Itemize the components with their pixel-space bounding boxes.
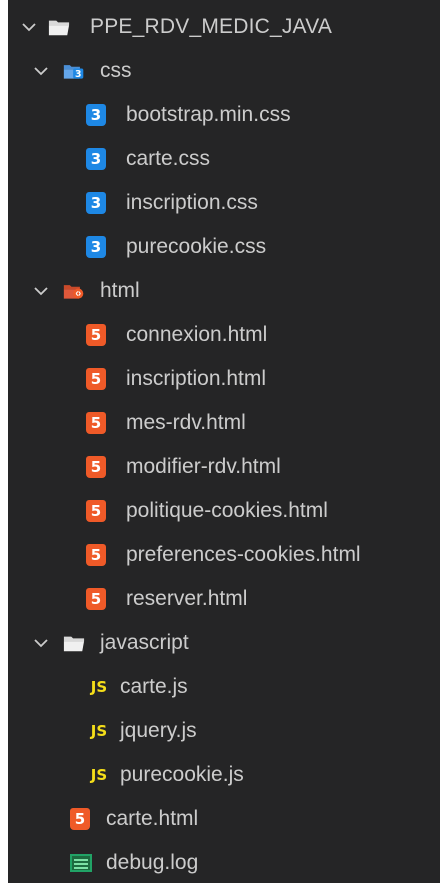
file-item[interactable]: 5 connexion.html	[8, 313, 440, 357]
folder-open-icon	[63, 632, 85, 654]
file-label: inscription.css	[126, 191, 258, 214]
css3-file-icon: 3	[86, 148, 106, 170]
chevron-down-icon[interactable]	[20, 18, 38, 36]
chevron-down-icon[interactable]	[32, 634, 50, 652]
file-item[interactable]: 5 mes-rdv.html	[8, 401, 440, 445]
css3-file-icon: 3	[86, 192, 106, 214]
folder-label: PPE_RDV_MEDIC_JAVA	[90, 15, 333, 38]
file-item[interactable]: JS jquery.js	[8, 709, 440, 753]
file-item[interactable]: JS carte.js	[8, 665, 440, 709]
file-label: reserver.html	[126, 587, 248, 610]
file-item[interactable]: 5 preferences-cookies.html	[8, 533, 440, 577]
css3-file-icon: 3	[86, 104, 106, 126]
html5-file-icon: 5	[86, 500, 106, 522]
file-explorer: PPE_RDV_MEDIC_JAVA 3 css 3 bootstrap.min…	[8, 0, 440, 883]
css3-file-icon: 3	[86, 236, 106, 258]
chevron-down-icon[interactable]	[32, 62, 50, 80]
file-label: carte.html	[106, 807, 199, 830]
chevron-down-icon[interactable]	[32, 282, 50, 300]
file-item[interactable]: 3 bootstrap.min.css	[8, 93, 440, 137]
file-label: purecookie.css	[126, 235, 267, 258]
file-item[interactable]: 5 politique-cookies.html	[8, 489, 440, 533]
html5-file-icon: 5	[86, 368, 106, 390]
log-file-icon	[70, 852, 92, 874]
html5-file-icon: 5	[86, 456, 106, 478]
folder-javascript[interactable]: javascript	[8, 621, 440, 665]
folder-css-open-icon: 3	[63, 60, 85, 82]
file-label: connexion.html	[126, 323, 268, 346]
folder-root[interactable]: PPE_RDV_MEDIC_JAVA	[8, 5, 440, 49]
file-label: jquery.js	[120, 719, 197, 742]
file-label: politique-cookies.html	[126, 499, 328, 522]
file-item[interactable]: 5 reserver.html	[8, 577, 440, 621]
html5-file-icon: 5	[86, 588, 106, 610]
html5-file-icon: 5	[86, 544, 106, 566]
file-label: modifier-rdv.html	[126, 455, 281, 478]
file-item[interactable]: JS purecookie.js	[8, 753, 440, 797]
file-label: mes-rdv.html	[126, 411, 246, 434]
file-label: carte.js	[120, 675, 188, 698]
html5-file-icon: 5	[86, 412, 106, 434]
js-file-icon: JS	[90, 766, 108, 784]
folder-label: css	[100, 59, 132, 82]
file-label: purecookie.js	[120, 763, 244, 786]
file-label: inscription.html	[126, 367, 267, 390]
file-item[interactable]: 3 inscription.css	[8, 181, 440, 225]
folder-html[interactable]: html	[8, 269, 440, 313]
svg-text:3: 3	[75, 69, 81, 80]
html5-file-icon: 5	[86, 324, 106, 346]
file-label: preferences-cookies.html	[126, 543, 361, 566]
file-item[interactable]: 5 carte.html	[8, 797, 440, 841]
file-item[interactable]: 5 modifier-rdv.html	[8, 445, 440, 489]
file-item[interactable]: 5 inscription.html	[8, 357, 440, 401]
html5-file-icon: 5	[70, 808, 90, 830]
file-item[interactable]: 3 purecookie.css	[8, 225, 440, 269]
folder-html-open-icon	[63, 280, 85, 302]
js-file-icon: JS	[90, 678, 108, 696]
folder-label: javascript	[100, 631, 189, 654]
file-label: carte.css	[126, 147, 211, 170]
folder-open-icon	[48, 16, 70, 38]
file-label: bootstrap.min.css	[126, 103, 291, 126]
js-file-icon: JS	[90, 722, 108, 740]
file-item[interactable]: 3 carte.css	[8, 137, 440, 181]
folder-css[interactable]: 3 css	[8, 49, 440, 93]
file-item[interactable]: debug.log	[8, 841, 440, 883]
folder-label: html	[100, 279, 140, 302]
file-label: debug.log	[106, 851, 199, 874]
